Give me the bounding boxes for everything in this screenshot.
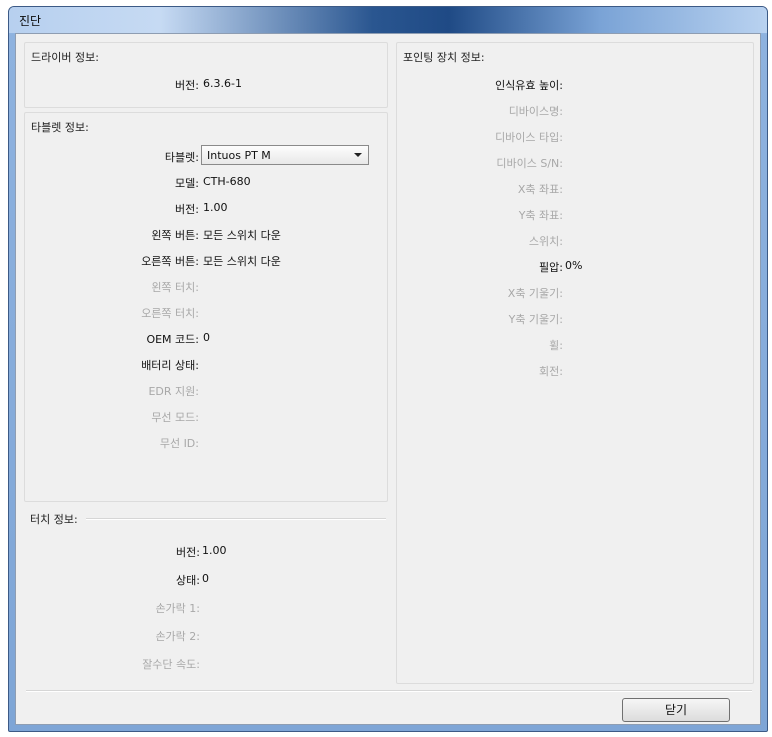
wireless-mode-label: 무선 모드: — [151, 411, 199, 424]
pressure-value: 0% — [565, 259, 583, 272]
oem-code-value: 0 — [203, 331, 210, 344]
tablet-label: 타블렛: — [164, 151, 199, 164]
oem-code-label: OEM 코드: — [146, 333, 199, 346]
driver-version-value: 6.3.6-1 — [203, 77, 242, 90]
left-touch-label: 왼쪽 터치: — [151, 281, 199, 294]
switch-label: 스위치: — [528, 235, 563, 248]
tablet-version-label: 버전: — [175, 203, 199, 216]
dialog-client-area: 드라이버 정보: 버전: 6.3.6-1 타블렛 정보: 타블렛: Intuos… — [15, 33, 761, 725]
bottom-divider — [26, 690, 752, 692]
tablet-info-panel: 타블렛 정보: 타블렛: Intuos PT M 모델: CTH-680 버전:… — [24, 112, 388, 502]
tablet-info-title: 타블렛 정보: — [31, 121, 89, 134]
right-buttons-label: 오른쪽 버튼: — [141, 255, 199, 268]
model-label: 모델: — [175, 177, 199, 190]
finger2-label: 손가락 2: — [155, 630, 200, 643]
rotation-label: 회전: — [539, 365, 563, 378]
tablet-version-value: 1.00 — [203, 201, 228, 214]
right-touch-label: 오른쪽 터치: — [141, 307, 199, 320]
touch-status-value: 0 — [202, 572, 209, 585]
window-title: 진단 — [19, 14, 42, 28]
x-coordinate-label: X축 좌표: — [517, 183, 563, 196]
tablet-select-value: Intuos PT M — [207, 149, 271, 162]
wheel-label: 휠: — [549, 339, 563, 352]
driver-info-title: 드라이버 정보: — [31, 51, 99, 64]
wireless-id-label: 무선 ID: — [159, 437, 199, 450]
diagnostics-window: 진단 드라이버 정보: 버전: 6.3.6-1 타블렛 정보: 타블렛: Int… — [8, 6, 768, 732]
battery-status-label: 배터리 상태: — [141, 359, 199, 372]
pointing-info-panel: 포인팅 장치 정보: 인식유효 높이: 디바이스명: 디바이스 타입: 디바이스… — [396, 42, 754, 684]
height-label: 인식유효 높이: — [495, 79, 563, 92]
device-type-label: 디바이스 타입: — [495, 131, 563, 144]
finger1-label: 손가락 1: — [155, 602, 200, 615]
touch-info-title: 터치 정보: — [30, 513, 78, 526]
left-buttons-label: 왼쪽 버튼: — [151, 229, 199, 242]
edr-support-label: EDR 지원: — [148, 385, 199, 398]
touch-version-value: 1.00 — [202, 544, 227, 557]
touch-status-label: 상태: — [176, 574, 200, 587]
y-coordinate-label: Y축 좌표: — [518, 209, 563, 222]
right-buttons-value: 모든 스위치 다운 — [203, 255, 281, 268]
touch-version-label: 버전: — [176, 546, 200, 559]
device-name-label: 디바이스명: — [508, 105, 563, 118]
driver-version-label: 버전: — [175, 79, 199, 92]
touch-info-divider — [86, 518, 386, 520]
model-value: CTH-680 — [203, 175, 251, 188]
distance-label: 잘수단 속도: — [142, 658, 200, 671]
pressure-label: 필압: — [539, 261, 563, 274]
left-buttons-value: 모든 스위치 다운 — [203, 229, 281, 242]
tablet-select[interactable]: Intuos PT M — [201, 145, 369, 165]
chevron-down-icon — [354, 153, 362, 157]
pointing-info-title: 포인팅 장치 정보: — [403, 51, 485, 64]
driver-info-panel: 드라이버 정보: 버전: 6.3.6-1 — [24, 42, 388, 108]
x-tilt-label: X축 기울기: — [507, 287, 563, 300]
title-bar[interactable]: 진단 — [9, 7, 767, 33]
y-tilt-label: Y축 기울기: — [508, 313, 563, 326]
close-button[interactable]: 닫기 — [622, 698, 730, 722]
device-serial-label: 디바이스 S/N: — [496, 157, 563, 170]
